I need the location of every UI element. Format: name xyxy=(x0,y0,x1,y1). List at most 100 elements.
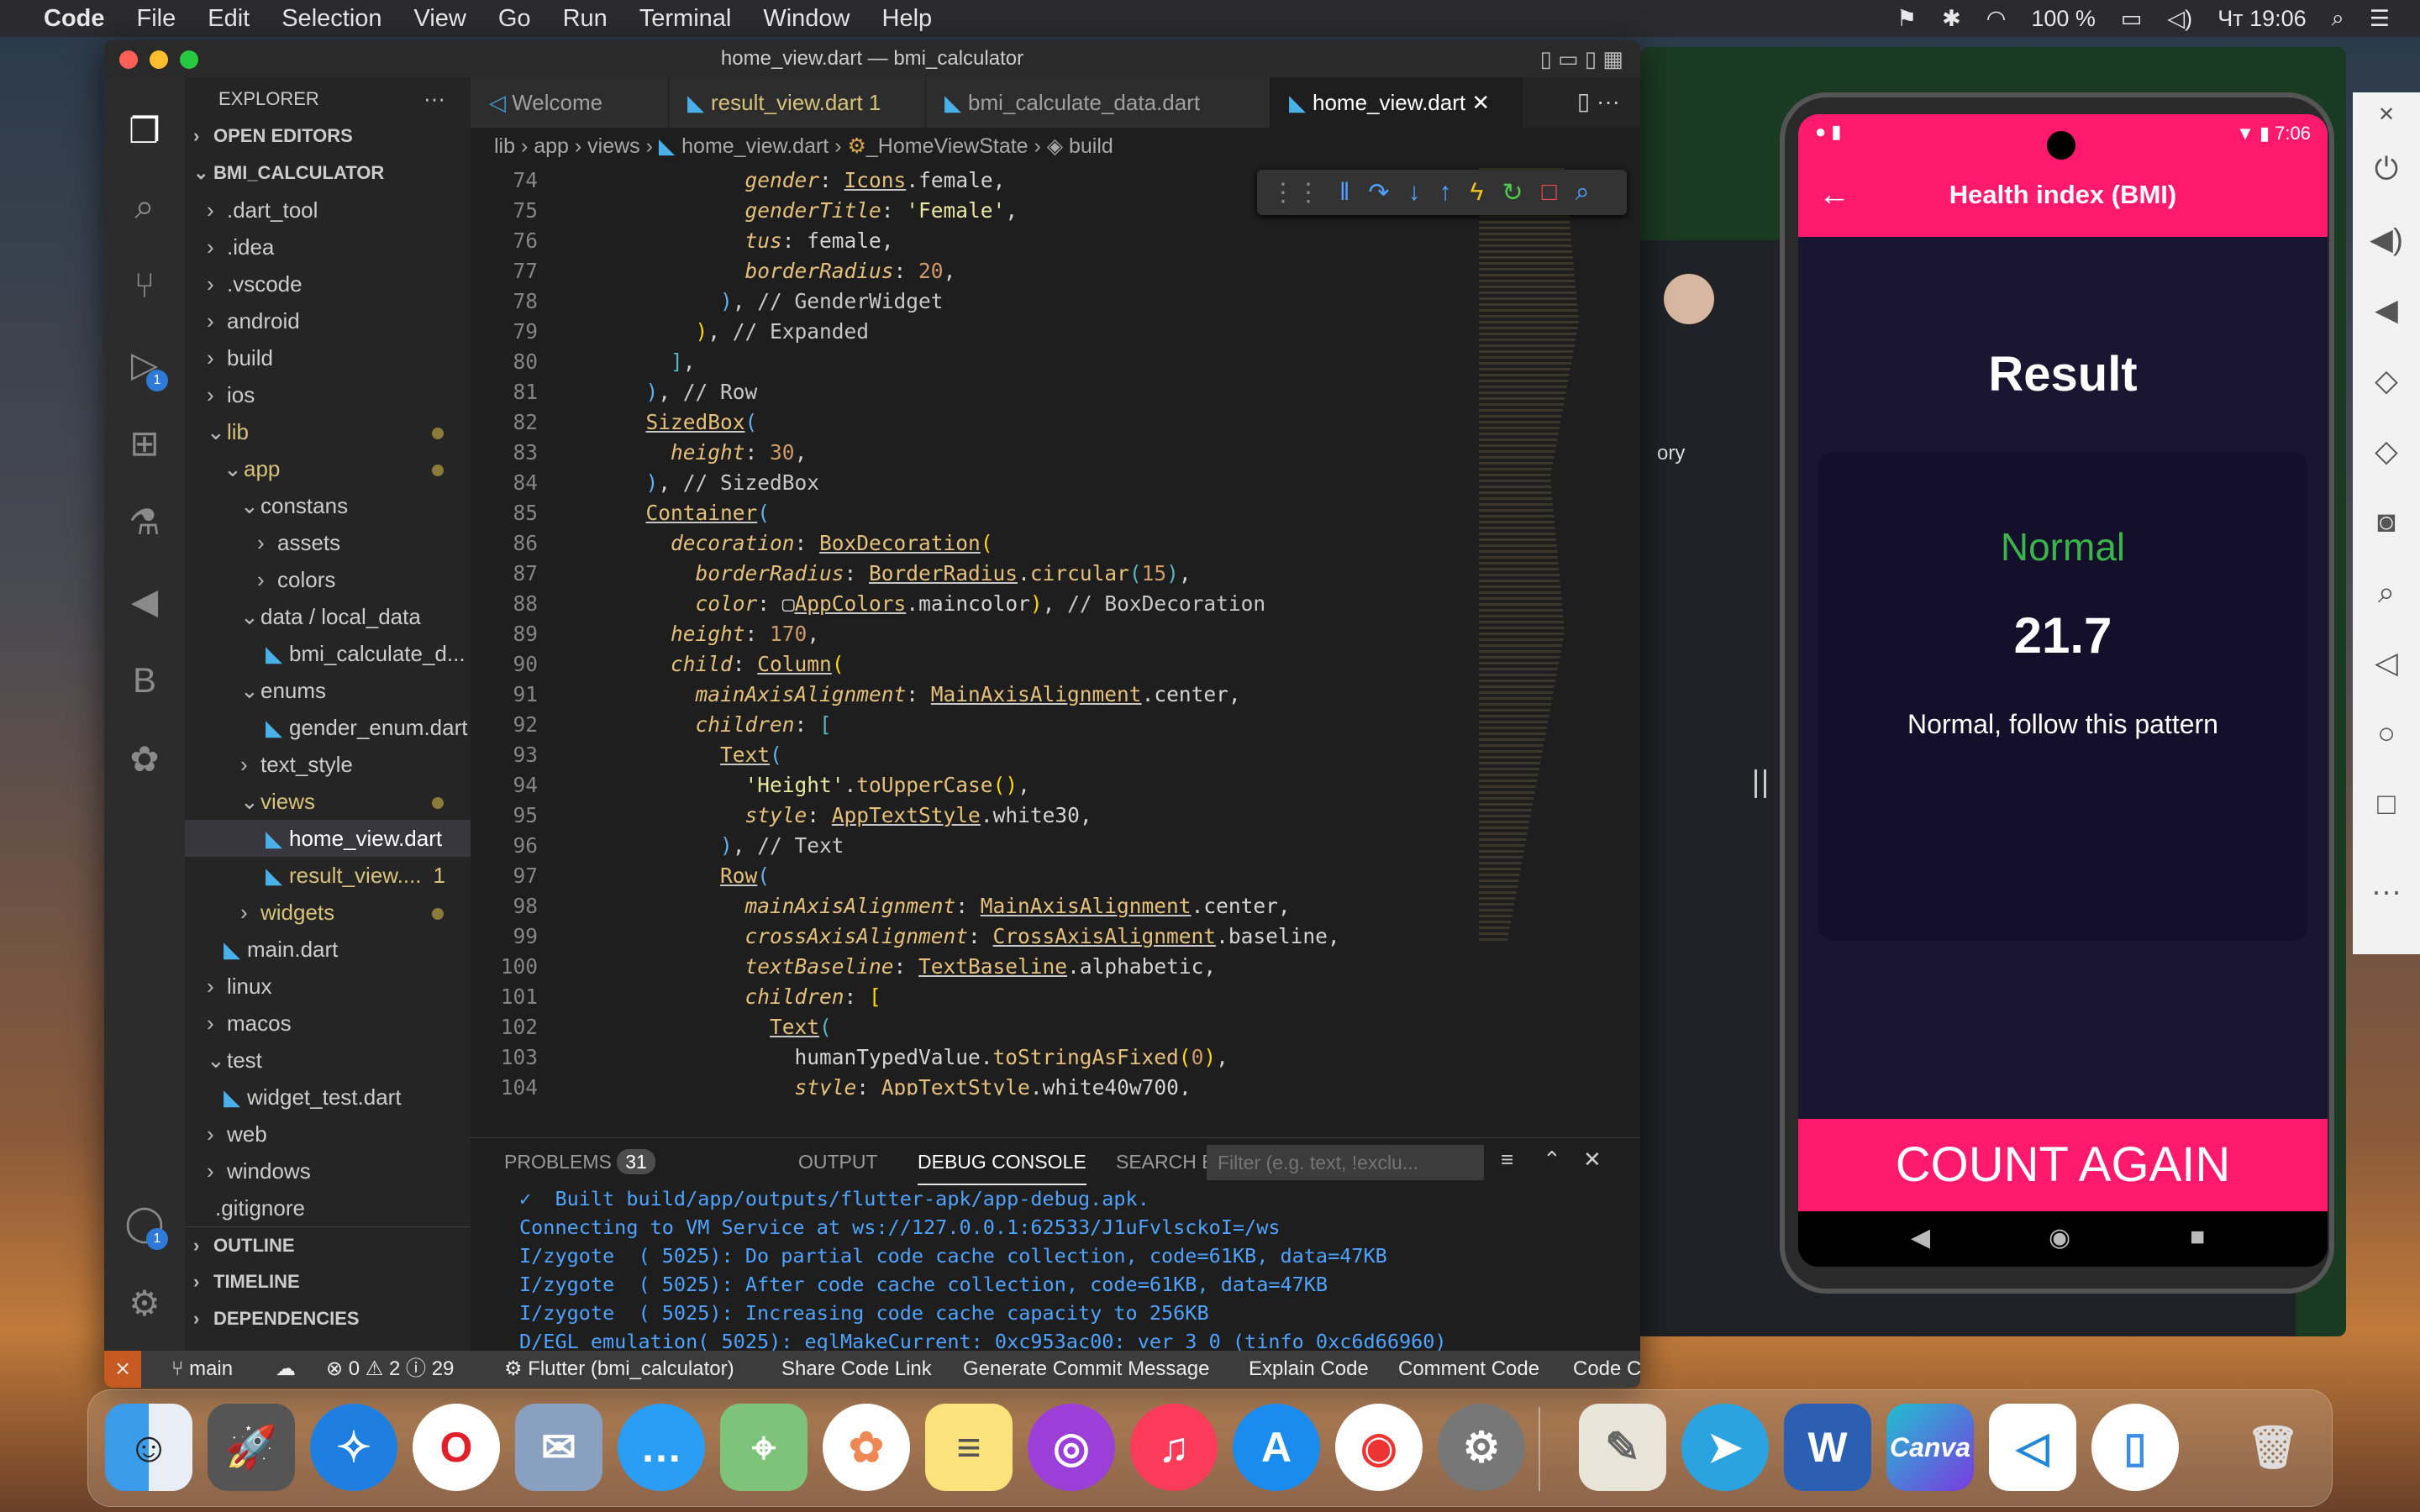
open-editors-section[interactable]: › OPEN EDITORS xyxy=(185,118,471,155)
settings-gear-icon[interactable]: ⚙ xyxy=(121,1280,168,1327)
close-tab-icon[interactable]: ✕ xyxy=(1471,90,1490,115)
nav-recents-icon[interactable]: ■ xyxy=(2190,1223,2205,1252)
breadcrumb-item[interactable]: home_view.dart xyxy=(681,134,829,158)
more-actions-icon[interactable]: ··· xyxy=(424,86,445,112)
notes-icon[interactable]: ≡ xyxy=(925,1404,1013,1491)
tree-item-linux[interactable]: › linux xyxy=(185,968,471,1005)
tree-item-lib[interactable]: ⌄lib xyxy=(185,413,471,450)
breadcrumb-item[interactable]: _HomeViewState xyxy=(866,134,1028,158)
tree-item-windows[interactable]: › windows xyxy=(185,1152,471,1189)
menubar-clock[interactable]: 19:06 xyxy=(2249,6,2307,31)
step-into-icon[interactable]: ↓ xyxy=(1408,178,1421,207)
tab-problems[interactable]: PROBLEMS 31 xyxy=(504,1138,655,1185)
comment-code[interactable]: Comment Code xyxy=(1398,1351,1539,1388)
messages-icon[interactable]: … xyxy=(618,1404,705,1491)
tree-item-ios[interactable]: › ios xyxy=(185,376,471,413)
problems-indicator[interactable]: ⊗ 0 ⚠ 2 ⓘ 29 xyxy=(326,1351,454,1388)
generate-commit-message[interactable]: Generate Commit Message xyxy=(963,1351,1209,1388)
layout-icons[interactable]: ▯ ▭ ▯ ▦ xyxy=(1540,40,1623,77)
minimize-window-button[interactable] xyxy=(150,50,168,69)
extensions-icon[interactable]: ⊞ xyxy=(121,420,168,467)
tree-item-bmi-calculate-data[interactable]: ◣ bmi_calculate_d... xyxy=(185,635,471,672)
tree-item-macos[interactable]: › macos xyxy=(185,1005,471,1042)
share-code-link[interactable]: Share Code Link xyxy=(781,1351,932,1388)
tree-item-enums[interactable]: ⌄enums xyxy=(185,672,471,709)
tree-item-web[interactable]: › web xyxy=(185,1116,471,1152)
code-truncated[interactable]: Code C xyxy=(1573,1351,1640,1388)
tab-output[interactable]: OUTPUT xyxy=(798,1138,878,1185)
pause-icon[interactable]: ‖ xyxy=(1339,178,1349,207)
close-window-button[interactable] xyxy=(119,50,138,69)
sync-icon[interactable]: ☁ xyxy=(276,1351,296,1388)
tree-item-text-style[interactable]: › text_style xyxy=(185,746,471,783)
tree-item-gender-enum[interactable]: ◣ gender_enum.dart xyxy=(185,709,471,746)
tree-item-data-local-data[interactable]: ⌄data / local_data xyxy=(185,598,471,635)
run-debug-icon[interactable]: ▷ 1 xyxy=(121,341,168,391)
clear-console-icon[interactable]: ≡ xyxy=(1501,1147,1513,1173)
preview-icon[interactable]: ✉ xyxy=(515,1404,602,1491)
tab-result-view[interactable]: ◣ result_view.dart 1 xyxy=(669,77,926,128)
tab-home-view[interactable]: ◣ home_view.dart ✕ xyxy=(1270,77,1523,128)
tree-item-vscode[interactable]: › .vscode xyxy=(185,265,471,302)
zoom-window-button[interactable] xyxy=(180,50,198,69)
zoom-icon[interactable]: ⌕ xyxy=(2368,575,2405,611)
menu-run[interactable]: Run xyxy=(563,5,608,33)
ai-assistant-icon[interactable]: ✿ xyxy=(121,736,168,783)
tree-item-views[interactable]: ⌄views xyxy=(185,783,471,820)
tab-bmi-calculate-data[interactable]: ◣ bmi_calculate_data.dart xyxy=(926,77,1270,128)
explain-code[interactable]: Explain Code xyxy=(1249,1351,1369,1388)
maps-icon[interactable]: ⌖ xyxy=(720,1404,808,1491)
branch-indicator[interactable]: ⑂ main xyxy=(171,1351,233,1388)
tree-item-idea[interactable]: › .idea xyxy=(185,228,471,265)
hot-reload-icon[interactable]: ϟ xyxy=(1470,178,1484,207)
restart-icon[interactable]: ↻ xyxy=(1502,178,1523,207)
code-editor[interactable]: 74 75 76 77 78 79 80 81 82 83 84 85 86 87 88 89 90 91 92 93… xyxy=(471,168,1512,1095)
tree-item-test[interactable]: ⌄test xyxy=(185,1042,471,1079)
photos-icon[interactable]: ✿ xyxy=(823,1404,910,1491)
explorer-icon[interactable]: ❐ xyxy=(121,108,168,155)
step-over-icon[interactable]: ↷ xyxy=(1368,178,1389,207)
home-icon[interactable]: ○ xyxy=(2368,716,2405,751)
volume-down-icon[interactable]: ◀ xyxy=(2368,292,2405,328)
tree-item-constans[interactable]: ⌄constans xyxy=(185,487,471,524)
testing-icon[interactable]: ⚗ xyxy=(121,499,168,546)
word-icon[interactable]: W xyxy=(1784,1404,1871,1491)
back-icon[interactable]: ◁ xyxy=(2368,645,2405,680)
music-icon[interactable]: ♫ xyxy=(1130,1404,1218,1491)
nav-home-icon[interactable]: ◉ xyxy=(2049,1223,2070,1252)
tree-item-gitignore[interactable]: .gitignore xyxy=(185,1189,471,1226)
menu-edit[interactable]: Edit xyxy=(208,5,250,33)
volume-up-icon[interactable]: ◀) xyxy=(2368,222,2405,257)
close-panel-icon[interactable]: ✕ xyxy=(1583,1147,1602,1173)
rotate-right-icon[interactable]: ◇ xyxy=(2368,433,2405,469)
bluetooth-icon[interactable]: ✱ xyxy=(1942,6,1961,32)
simulator-icon[interactable]: ▯ xyxy=(2091,1404,2179,1491)
step-out-icon[interactable]: ↑ xyxy=(1439,178,1452,207)
split-editor-icon[interactable]: ▯ ··· xyxy=(1577,87,1620,115)
tree-item-assets[interactable]: › assets xyxy=(185,524,471,561)
launchpad-icon[interactable]: 🚀 xyxy=(208,1404,295,1491)
system-preferences-icon[interactable]: ⚙ xyxy=(1438,1404,1525,1491)
volume-icon[interactable]: ◁) xyxy=(2167,6,2192,32)
console-filter-input[interactable] xyxy=(1207,1145,1484,1180)
menu-help[interactable]: Help xyxy=(882,5,933,33)
finder-icon[interactable]: ☺ xyxy=(105,1404,192,1491)
trash-icon[interactable]: 🗑 xyxy=(2229,1404,2317,1491)
project-section[interactable]: ⌄ BMI_CALCULATOR xyxy=(185,155,471,192)
vscode-dock-icon[interactable]: ◁ xyxy=(1989,1404,2076,1491)
count-again-button[interactable]: COUNT AGAIN xyxy=(1798,1119,2328,1211)
tree-item-colors[interactable]: › colors xyxy=(185,561,471,598)
wifi-icon[interactable]: ◠ xyxy=(1986,6,2007,32)
tree-item-widget-test[interactable]: ◣ widget_test.dart xyxy=(185,1079,471,1116)
source-control-icon[interactable]: ⑂ xyxy=(121,262,168,309)
b-extension-icon[interactable]: B xyxy=(121,657,168,704)
outline-section[interactable]: › OUTLINE xyxy=(185,1226,471,1263)
more-icon[interactable]: ··· xyxy=(2368,874,2405,909)
search-icon[interactable]: ⌕ xyxy=(2332,5,2344,32)
minimap[interactable] xyxy=(1479,168,1579,941)
opera-icon[interactable]: O xyxy=(413,1404,500,1491)
overview-icon[interactable]: □ xyxy=(2368,786,2405,822)
rotate-left-icon[interactable]: ◇ xyxy=(2368,363,2405,398)
menu-go[interactable]: Go xyxy=(498,5,531,33)
tree-item-build[interactable]: › build xyxy=(185,339,471,376)
